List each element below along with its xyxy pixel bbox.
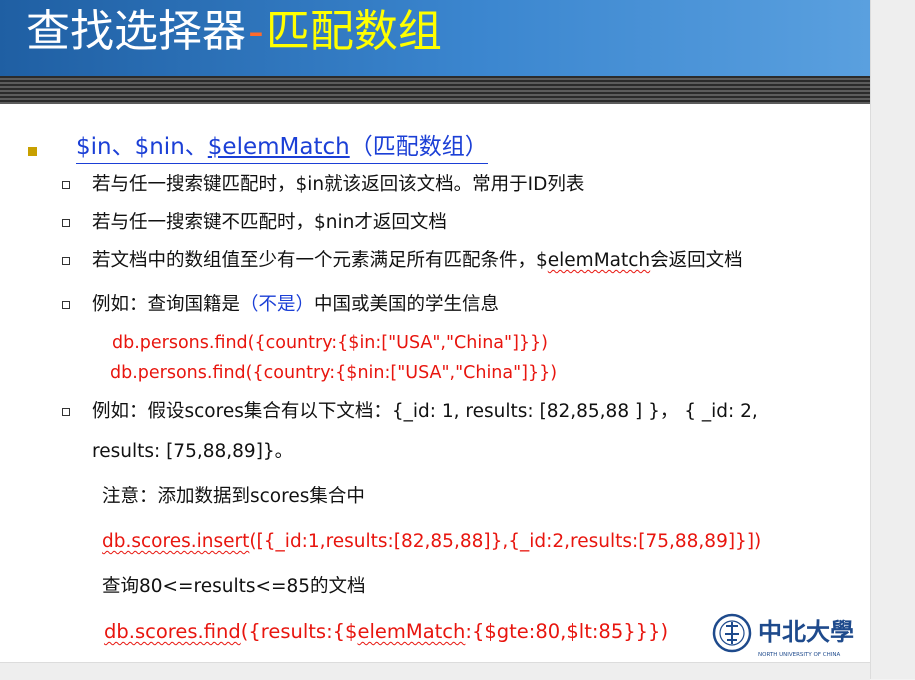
code-find-rest: :{$gte:80,$lt:85}}}) [465,620,669,643]
hollow-square-bullet-icon [62,219,70,227]
square-bullet-icon [28,147,37,156]
university-logo: 中北大學 NORTH UNIVERSITY OF CHINA [712,606,862,662]
code-find-in: db.persons.find({country:{$in:["USA","Ch… [112,333,549,353]
example1-suffix: 中国或美国的学生信息 [314,294,500,315]
code-insert-args: ([{_id:1,results:[82,85,88]},{_id:2,resu… [249,531,762,552]
bullet-elemmatch-before: 若文档中的数组值至少有一个元素满足所有匹配条件，$ [92,250,548,271]
section-heading: $in、$nin、$elemMatch（匹配数组） [76,131,488,164]
heading-suffix: （匹配数组） [349,134,488,160]
bullet-elemmatch-after: 会返回文档 [650,250,743,271]
example1-line: 例如：查询国籍是（不是）中国或美国的学生信息 [92,292,499,318]
code-find-elemmatch-keyword: elemMatch [357,620,466,643]
title-separator: - [248,6,264,57]
title-part1: 查找选择器 [26,6,246,57]
bullet-in: 若与任一搜索键匹配时，$in就该返回该文档。常用于ID列表 [92,174,585,195]
hollow-square-bullet-icon [62,181,70,189]
title-part2: 匹配数组 [265,6,442,57]
bullet-elemmatch-keyword: elemMatch [547,250,651,271]
bullet-elemmatch: 若文档中的数组值至少有一个元素满足所有匹配条件，$elemMatch会返回文档 [92,248,743,274]
code-insert: db.scores.insert([{_id:1,results:[82,85,… [102,529,761,555]
hollow-square-bullet-icon [62,408,70,416]
heading-prefix: $in、$nin、 [76,134,208,160]
code-find-nin: db.persons.find({country:{$nin:["USA","C… [110,363,558,383]
example1-prefix: 例如：查询国籍是 [92,294,241,315]
example2-line1: 例如：假设scores集合有以下文档：{_id: 1, results: [82… [92,401,758,422]
hollow-square-bullet-icon [62,301,70,309]
window-right-edge [870,0,915,679]
example2-query-label: 查询80<=results<=85的文档 [102,576,366,597]
logo-name: 中北大學 [758,617,854,646]
heading-elemmatch: $elemMatch [207,134,350,160]
slide-title: 查找选择器-匹配数组 [26,2,442,62]
code-insert-method: db.scores.insert [102,531,250,552]
title-bar: 查找选择器-匹配数组 [0,0,870,76]
example2-line2: results: [75,88,89]}。 [92,441,294,462]
code-find-elemmatch: db.scores.find({results:{$elemMatch:{$gt… [104,619,668,645]
code-find-mid: ({results:{$ [240,620,358,643]
code-find-method: db.scores.find [104,620,241,643]
bullet-nin: 若与任一搜索键不匹配时，$nin才返回文档 [92,212,447,233]
slide: 查找选择器-匹配数组 $in、$nin、$elemMatch（匹配数组） 若与任… [0,0,870,662]
example2-note: 注意：添加数据到scores集合中 [102,486,365,507]
hollow-square-bullet-icon [62,257,70,265]
logo-english: NORTH UNIVERSITY OF CHINA [758,652,840,658]
decorative-stripe-bar [0,76,870,104]
window-bottom-edge [0,662,870,680]
example1-highlight: （不是） [240,294,315,315]
university-seal-icon: 中北大學 NORTH UNIVERSITY OF CHINA [712,613,854,658]
